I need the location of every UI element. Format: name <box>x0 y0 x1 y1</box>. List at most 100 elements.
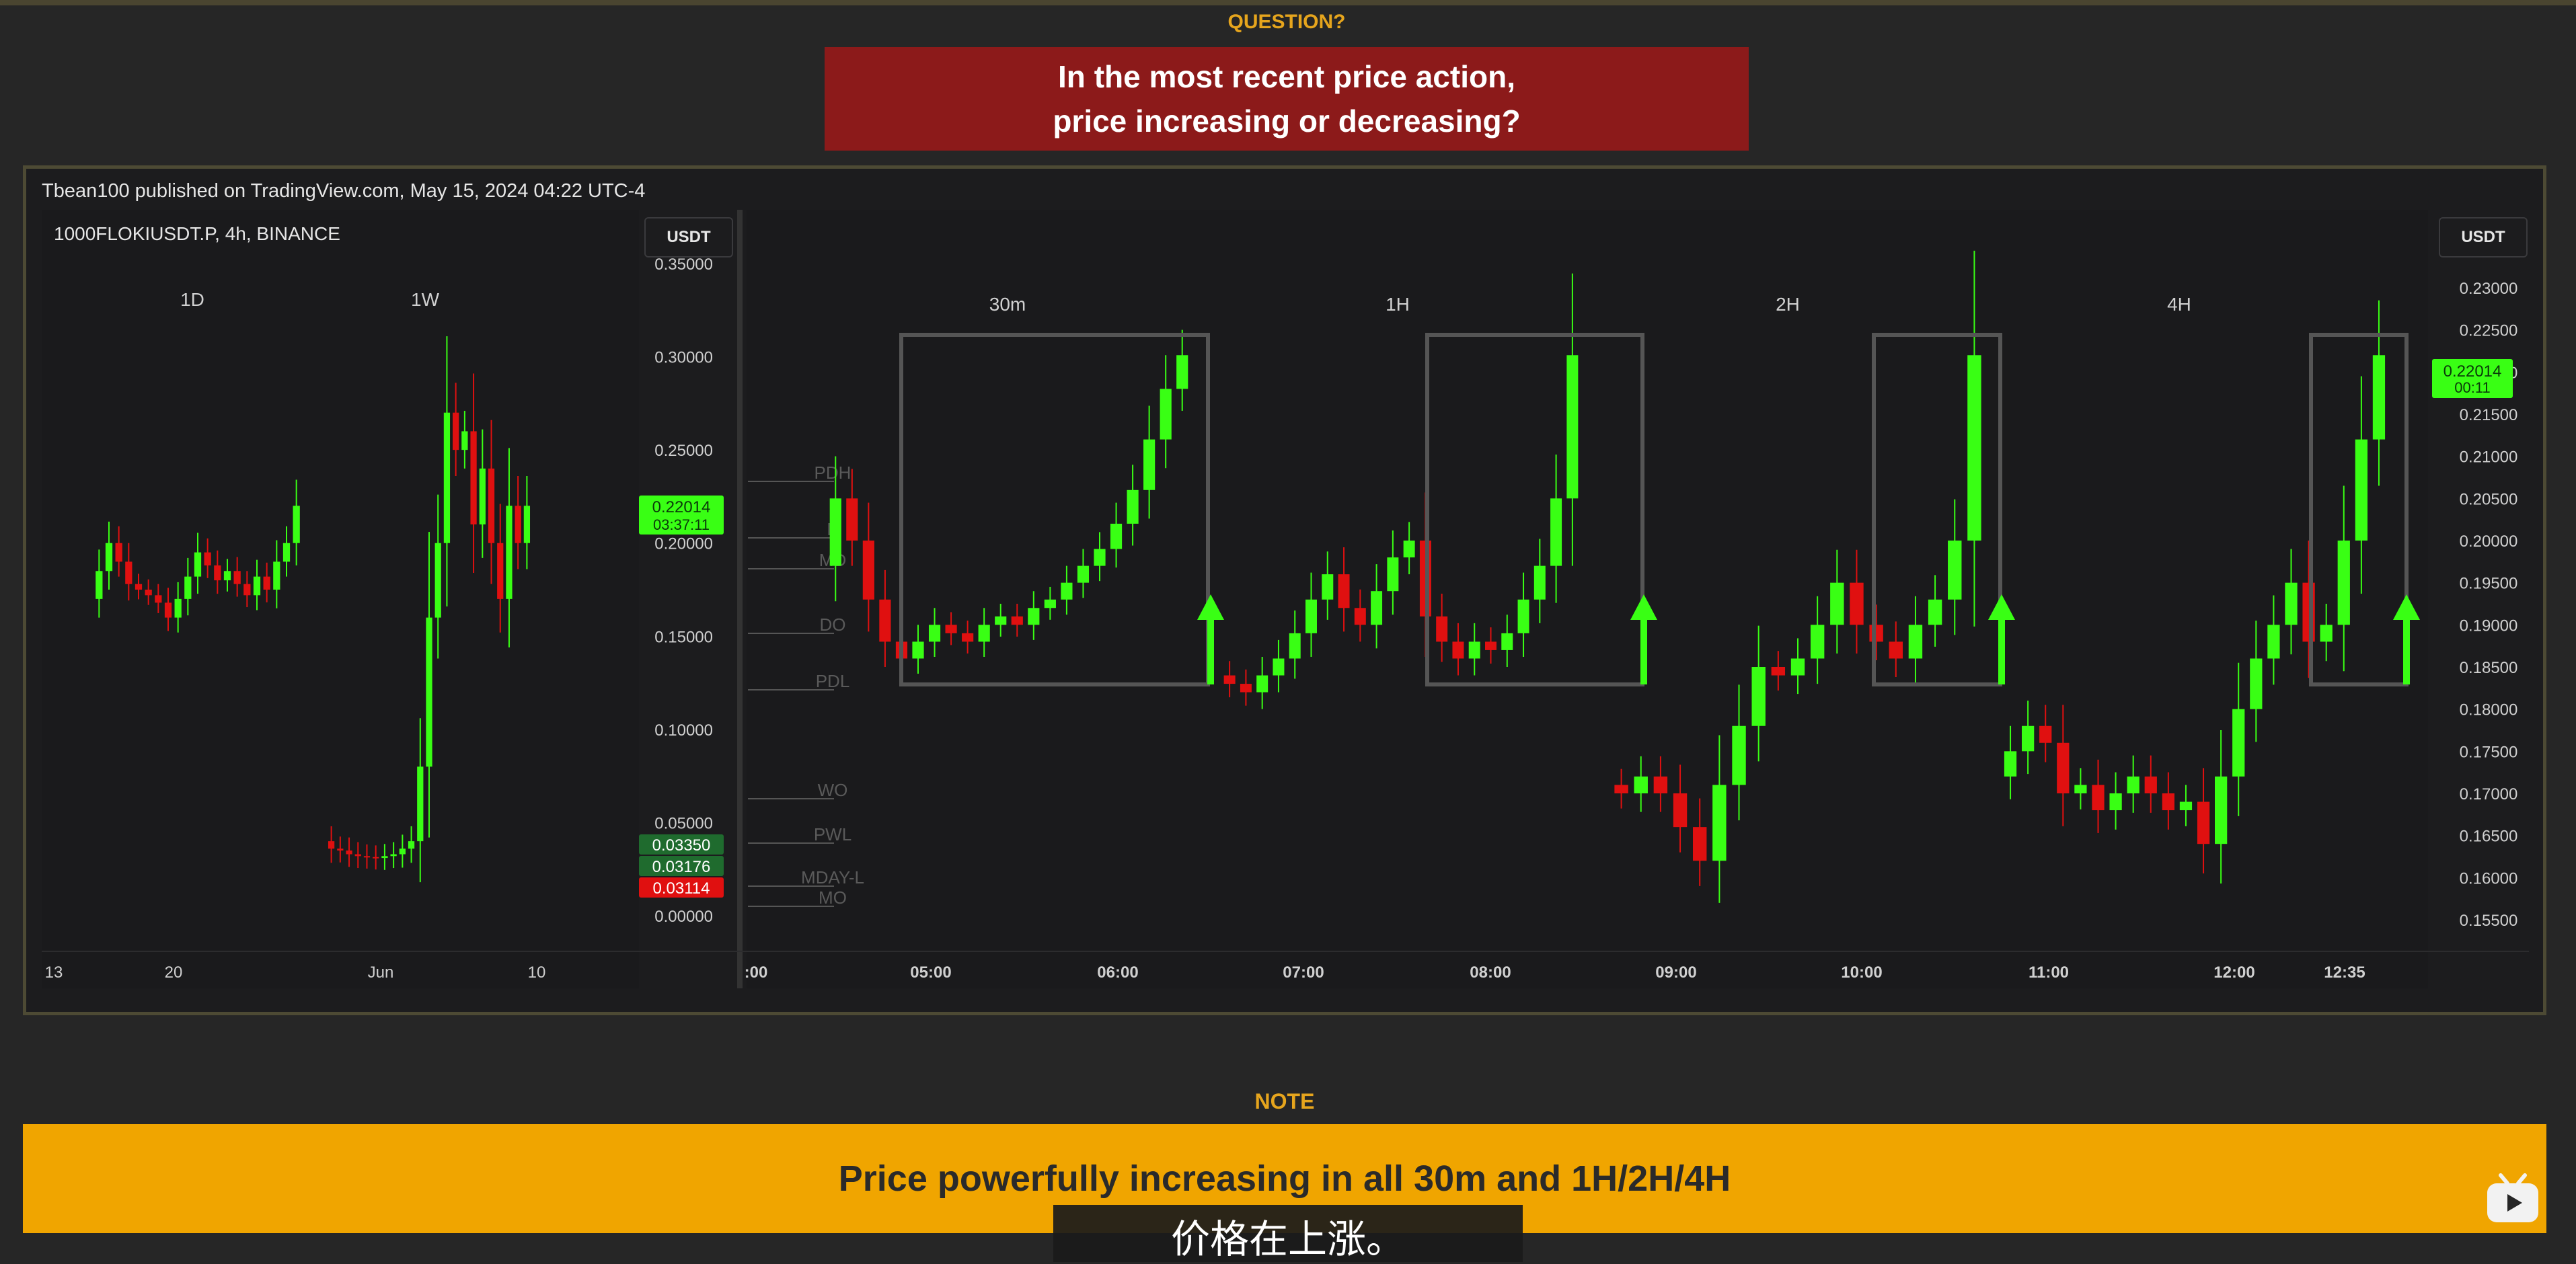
left-candle <box>263 576 270 590</box>
left-rally-candle <box>426 617 432 767</box>
left-timeframe-label: 1D <box>180 289 204 310</box>
right-30m-candle <box>978 625 990 642</box>
currency-button-right[interactable]: USDT <box>2439 217 2528 258</box>
left-rally-candle <box>399 848 406 855</box>
key-level-label: MO <box>819 887 847 908</box>
right-1h-candle <box>1485 641 1497 650</box>
left-timeframe-label: 1W <box>411 289 440 310</box>
right-1h-candle <box>1550 498 1562 566</box>
left-price-tag-label: 0.03350 <box>652 836 711 855</box>
left-y-tick-label: 0.30000 <box>654 349 713 367</box>
right-1h-candle <box>1566 355 1579 499</box>
left-candle <box>214 565 221 581</box>
left-candle <box>96 571 103 599</box>
right-30m-candle <box>829 498 841 566</box>
left-candle <box>145 590 152 596</box>
right-4h-candle <box>2144 776 2157 793</box>
right-30m-candle <box>1176 355 1188 389</box>
right-timeframe-label: 1H <box>1386 294 1410 315</box>
left-rally-candle <box>453 412 459 450</box>
right-y-tick-label: 0.15500 <box>2460 912 2518 930</box>
right-1h-candle <box>1517 599 1529 633</box>
right-1h-candle <box>1273 658 1285 676</box>
left-candle <box>282 543 291 562</box>
left-x-tick-label: 20 <box>165 963 183 982</box>
right-30m-candle <box>1028 608 1040 625</box>
right-1h-candle <box>1371 591 1383 625</box>
right-4h-candle <box>2355 439 2367 541</box>
right-30m-candle <box>1077 565 1090 583</box>
video-subtitle: 价格在上涨。 <box>1170 1216 1405 1262</box>
right-y-tick-label: 0.23000 <box>2460 280 2518 298</box>
right-timeframe-label: 4H <box>2167 294 2191 315</box>
right-2h-candle <box>1653 776 1668 793</box>
right-2h-candle <box>1889 641 1903 659</box>
right-x-tick-label: 10:00 <box>1841 963 1882 982</box>
right-1h-candle <box>1305 599 1317 633</box>
left-price-tag-label: 0.03176 <box>652 858 711 876</box>
left-rally-candle <box>434 543 441 618</box>
right-4h-candle <box>2127 776 2139 793</box>
right-2h-candle <box>1732 725 1746 785</box>
left-candle <box>253 576 261 596</box>
right-30m-candle <box>1094 549 1106 566</box>
right-2h-candle <box>1673 793 1688 828</box>
right-y-tick-label: 0.20000 <box>2460 532 2518 551</box>
right-pane-bg <box>747 210 2428 988</box>
right-30m-candle <box>1011 616 1023 625</box>
right-price-tag-label: 0.22014 <box>2444 362 2502 381</box>
left-candle <box>204 552 211 565</box>
right-4h-candle <box>2109 793 2122 811</box>
right-4h-candle <box>2022 725 2035 752</box>
right-timeframe-label: 2H <box>1776 294 1800 315</box>
right-2h-candle <box>1869 625 1883 642</box>
left-rally-candle <box>470 431 477 524</box>
left-candle <box>164 602 172 618</box>
left-rally-candle <box>328 841 335 849</box>
right-x-tick-label: :00 <box>745 963 768 982</box>
right-4h-candle <box>2197 801 2210 844</box>
left-candle <box>174 598 182 618</box>
left-rally-candle <box>488 468 495 543</box>
right-4h-candle <box>2215 776 2228 844</box>
right-30m-candle <box>879 599 891 642</box>
currency-button-left[interactable]: USDT <box>644 217 733 258</box>
left-y-tick-label: 0.15000 <box>654 628 713 646</box>
left-x-tick-label: Jun <box>368 963 394 982</box>
key-level-label: PDH <box>815 463 851 483</box>
left-rally-candle <box>497 543 504 599</box>
right-4h-candle <box>2372 355 2386 440</box>
left-price-tag-timer: 03:37:11 <box>653 516 710 533</box>
right-y-tick-label: 0.16500 <box>2460 828 2518 846</box>
left-rally-candle <box>408 841 415 849</box>
left-candle <box>115 543 122 562</box>
right-2h-candle <box>1967 355 1981 541</box>
publisher-credit: Tbean100 published on TradingView.com, M… <box>42 180 646 202</box>
bilibili-tv-icon[interactable] <box>2485 1171 2541 1228</box>
left-rally-candle <box>354 854 361 857</box>
right-1h-candle <box>1338 574 1350 608</box>
right-y-tick-label: 0.18500 <box>2460 659 2518 677</box>
left-candle <box>243 584 251 596</box>
right-4h-candle <box>2039 725 2052 743</box>
left-candle <box>273 561 280 590</box>
right-2h-candle <box>1908 625 1923 659</box>
right-1h-candle <box>1533 565 1546 600</box>
left-candle <box>135 584 143 590</box>
left-rally-candle <box>390 854 397 857</box>
right-2h-candle <box>1712 785 1727 861</box>
right-2h-candle <box>1810 625 1825 659</box>
left-rally-candle <box>461 431 468 450</box>
right-y-tick-label: 0.16000 <box>2460 869 2518 887</box>
left-candle <box>233 571 241 584</box>
key-level-label: PDL <box>816 671 850 691</box>
right-y-tick-label: 0.21500 <box>2460 406 2518 424</box>
right-2h-candle <box>1634 776 1648 793</box>
symbol-legend[interactable]: 1000FLOKIUSDT.P, 4h, BINANCE <box>54 223 340 245</box>
left-y-tick-label: 0.20000 <box>654 535 713 553</box>
right-y-tick-label: 0.21000 <box>2460 448 2518 467</box>
right-4h-candle <box>2057 742 2070 793</box>
right-2h-candle <box>1751 667 1766 726</box>
right-y-tick-label: 0.19500 <box>2460 575 2518 593</box>
left-rally-candle <box>506 506 513 599</box>
